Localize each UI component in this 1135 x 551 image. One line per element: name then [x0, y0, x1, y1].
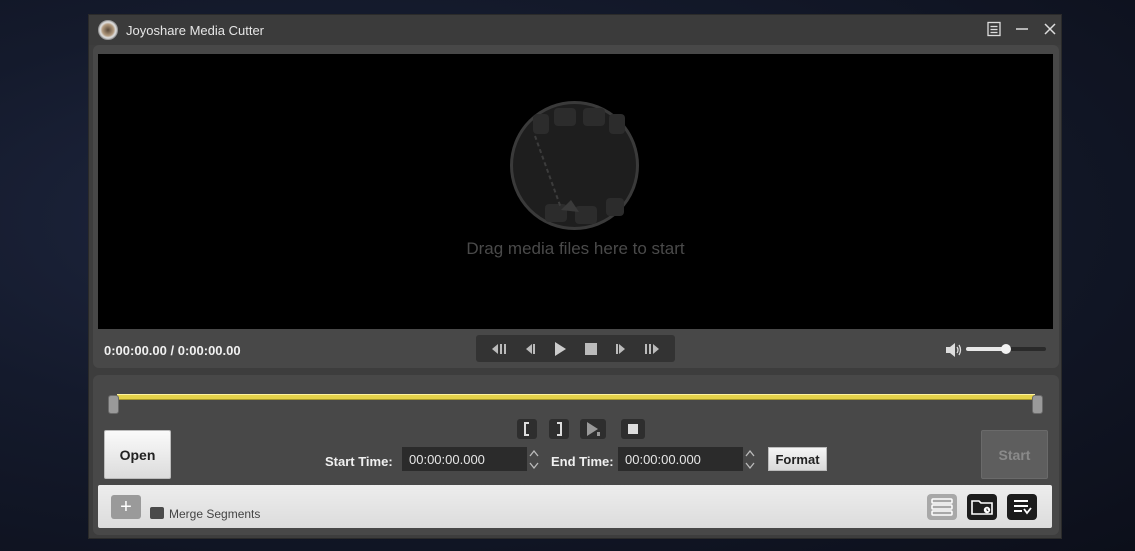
drop-hint-text: Drag media files here to start [466, 239, 685, 258]
mark-out-icon[interactable] [549, 419, 569, 439]
start-time-label: Start Time: [325, 454, 393, 469]
rewind-fast-icon[interactable] [489, 339, 509, 359]
minimize-icon[interactable] [1013, 20, 1031, 38]
merge-segments-checkbox[interactable] [150, 507, 164, 519]
trim-timeline-bar[interactable] [117, 394, 1035, 400]
step-back-icon[interactable] [520, 339, 540, 359]
volume-slider[interactable] [966, 344, 1046, 354]
trim-panel: Open Start Time: End Time: Format Start … [93, 375, 1059, 535]
time-display: 0:00:00.00 / 0:00:00.00 [104, 343, 241, 358]
start-time-stepper[interactable] [527, 447, 541, 471]
preview-panel: Drag media files here to start 0:00:00.0… [93, 45, 1059, 368]
forward-fast-icon[interactable] [642, 339, 662, 359]
add-segment-button[interactable]: + [111, 495, 141, 519]
menu-icon[interactable] [985, 20, 1003, 38]
play-segment-icon[interactable] [580, 419, 606, 439]
app-title: Joyoshare Media Cutter [126, 23, 265, 38]
step-forward-icon[interactable] [611, 339, 631, 359]
close-icon[interactable] [1041, 20, 1059, 38]
app-window: Joyoshare Media Cutter Drag media files … [88, 14, 1062, 539]
end-time-input[interactable] [618, 447, 743, 471]
end-time-stepper[interactable] [743, 447, 757, 471]
stop-icon[interactable] [581, 339, 601, 359]
title-bar: Joyoshare Media Cutter [89, 15, 1061, 45]
mark-in-icon[interactable] [517, 419, 537, 439]
start-button[interactable]: Start [981, 430, 1048, 479]
end-time-label: End Time: [551, 454, 614, 469]
volume-slider-fill [966, 347, 1006, 351]
playback-controls [476, 335, 675, 362]
trim-start-handle[interactable] [108, 395, 119, 414]
merge-segments-label: Merge Segments [169, 507, 261, 521]
volume-icon[interactable] [945, 342, 963, 358]
app-logo-icon [98, 20, 118, 40]
film-reel-icon [509, 100, 640, 231]
output-folder-icon[interactable] [967, 494, 997, 520]
open-button[interactable]: Open [104, 430, 171, 479]
play-icon[interactable] [550, 339, 570, 359]
trim-end-handle[interactable] [1032, 395, 1043, 414]
edit-list-icon[interactable] [927, 494, 957, 520]
task-list-icon[interactable] [1007, 494, 1037, 520]
volume-slider-knob[interactable] [1001, 344, 1011, 354]
video-drop-area[interactable]: Drag media files here to start [98, 54, 1053, 329]
bottom-toolbar: + Merge Segments [98, 485, 1052, 528]
start-time-input[interactable] [402, 447, 527, 471]
format-button[interactable]: Format [768, 447, 827, 471]
stop-segment-icon[interactable] [621, 419, 645, 439]
